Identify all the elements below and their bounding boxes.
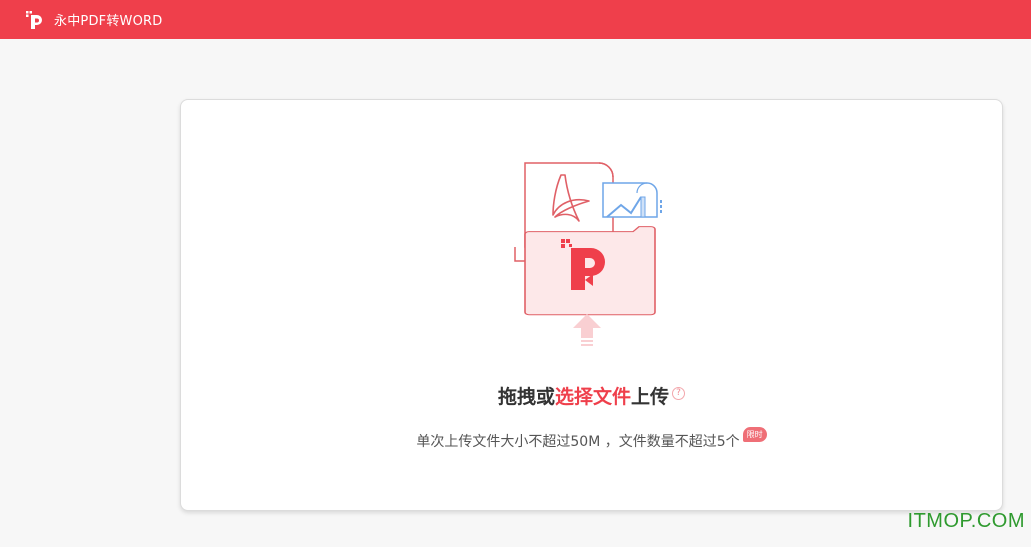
upload-headline: 拖拽或选择文件上传? (181, 382, 1002, 409)
upload-limits-text: 单次上传文件大小不超过50M ，文件数量不超过5个 限时 (181, 427, 1002, 451)
select-file-link[interactable]: 选择文件 (555, 386, 631, 408)
upload-drop-zone[interactable]: 拖拽或选择文件上传? 单次上传文件大小不超过50M ，文件数量不超过5个 限时 (180, 99, 1003, 511)
headline-drag-text: 拖拽或 (497, 386, 555, 408)
pdf-to-folder-illustration-icon (514, 162, 662, 346)
headline-upload-text: 上传 (631, 386, 670, 408)
app-title: 永中PDF转WORD (54, 14, 163, 29)
site-watermark: ITMOP.COM (907, 510, 1025, 532)
yozo-pdf-logo-icon (26, 10, 42, 29)
top-bar: 永中PDF转WORD (0, 0, 1031, 39)
upload-limits-label: 单次上传文件大小不超过50M ，文件数量不超过5个 (416, 434, 740, 450)
limited-time-badge: 限时 (742, 427, 767, 442)
help-icon[interactable]: ? (672, 387, 686, 400)
